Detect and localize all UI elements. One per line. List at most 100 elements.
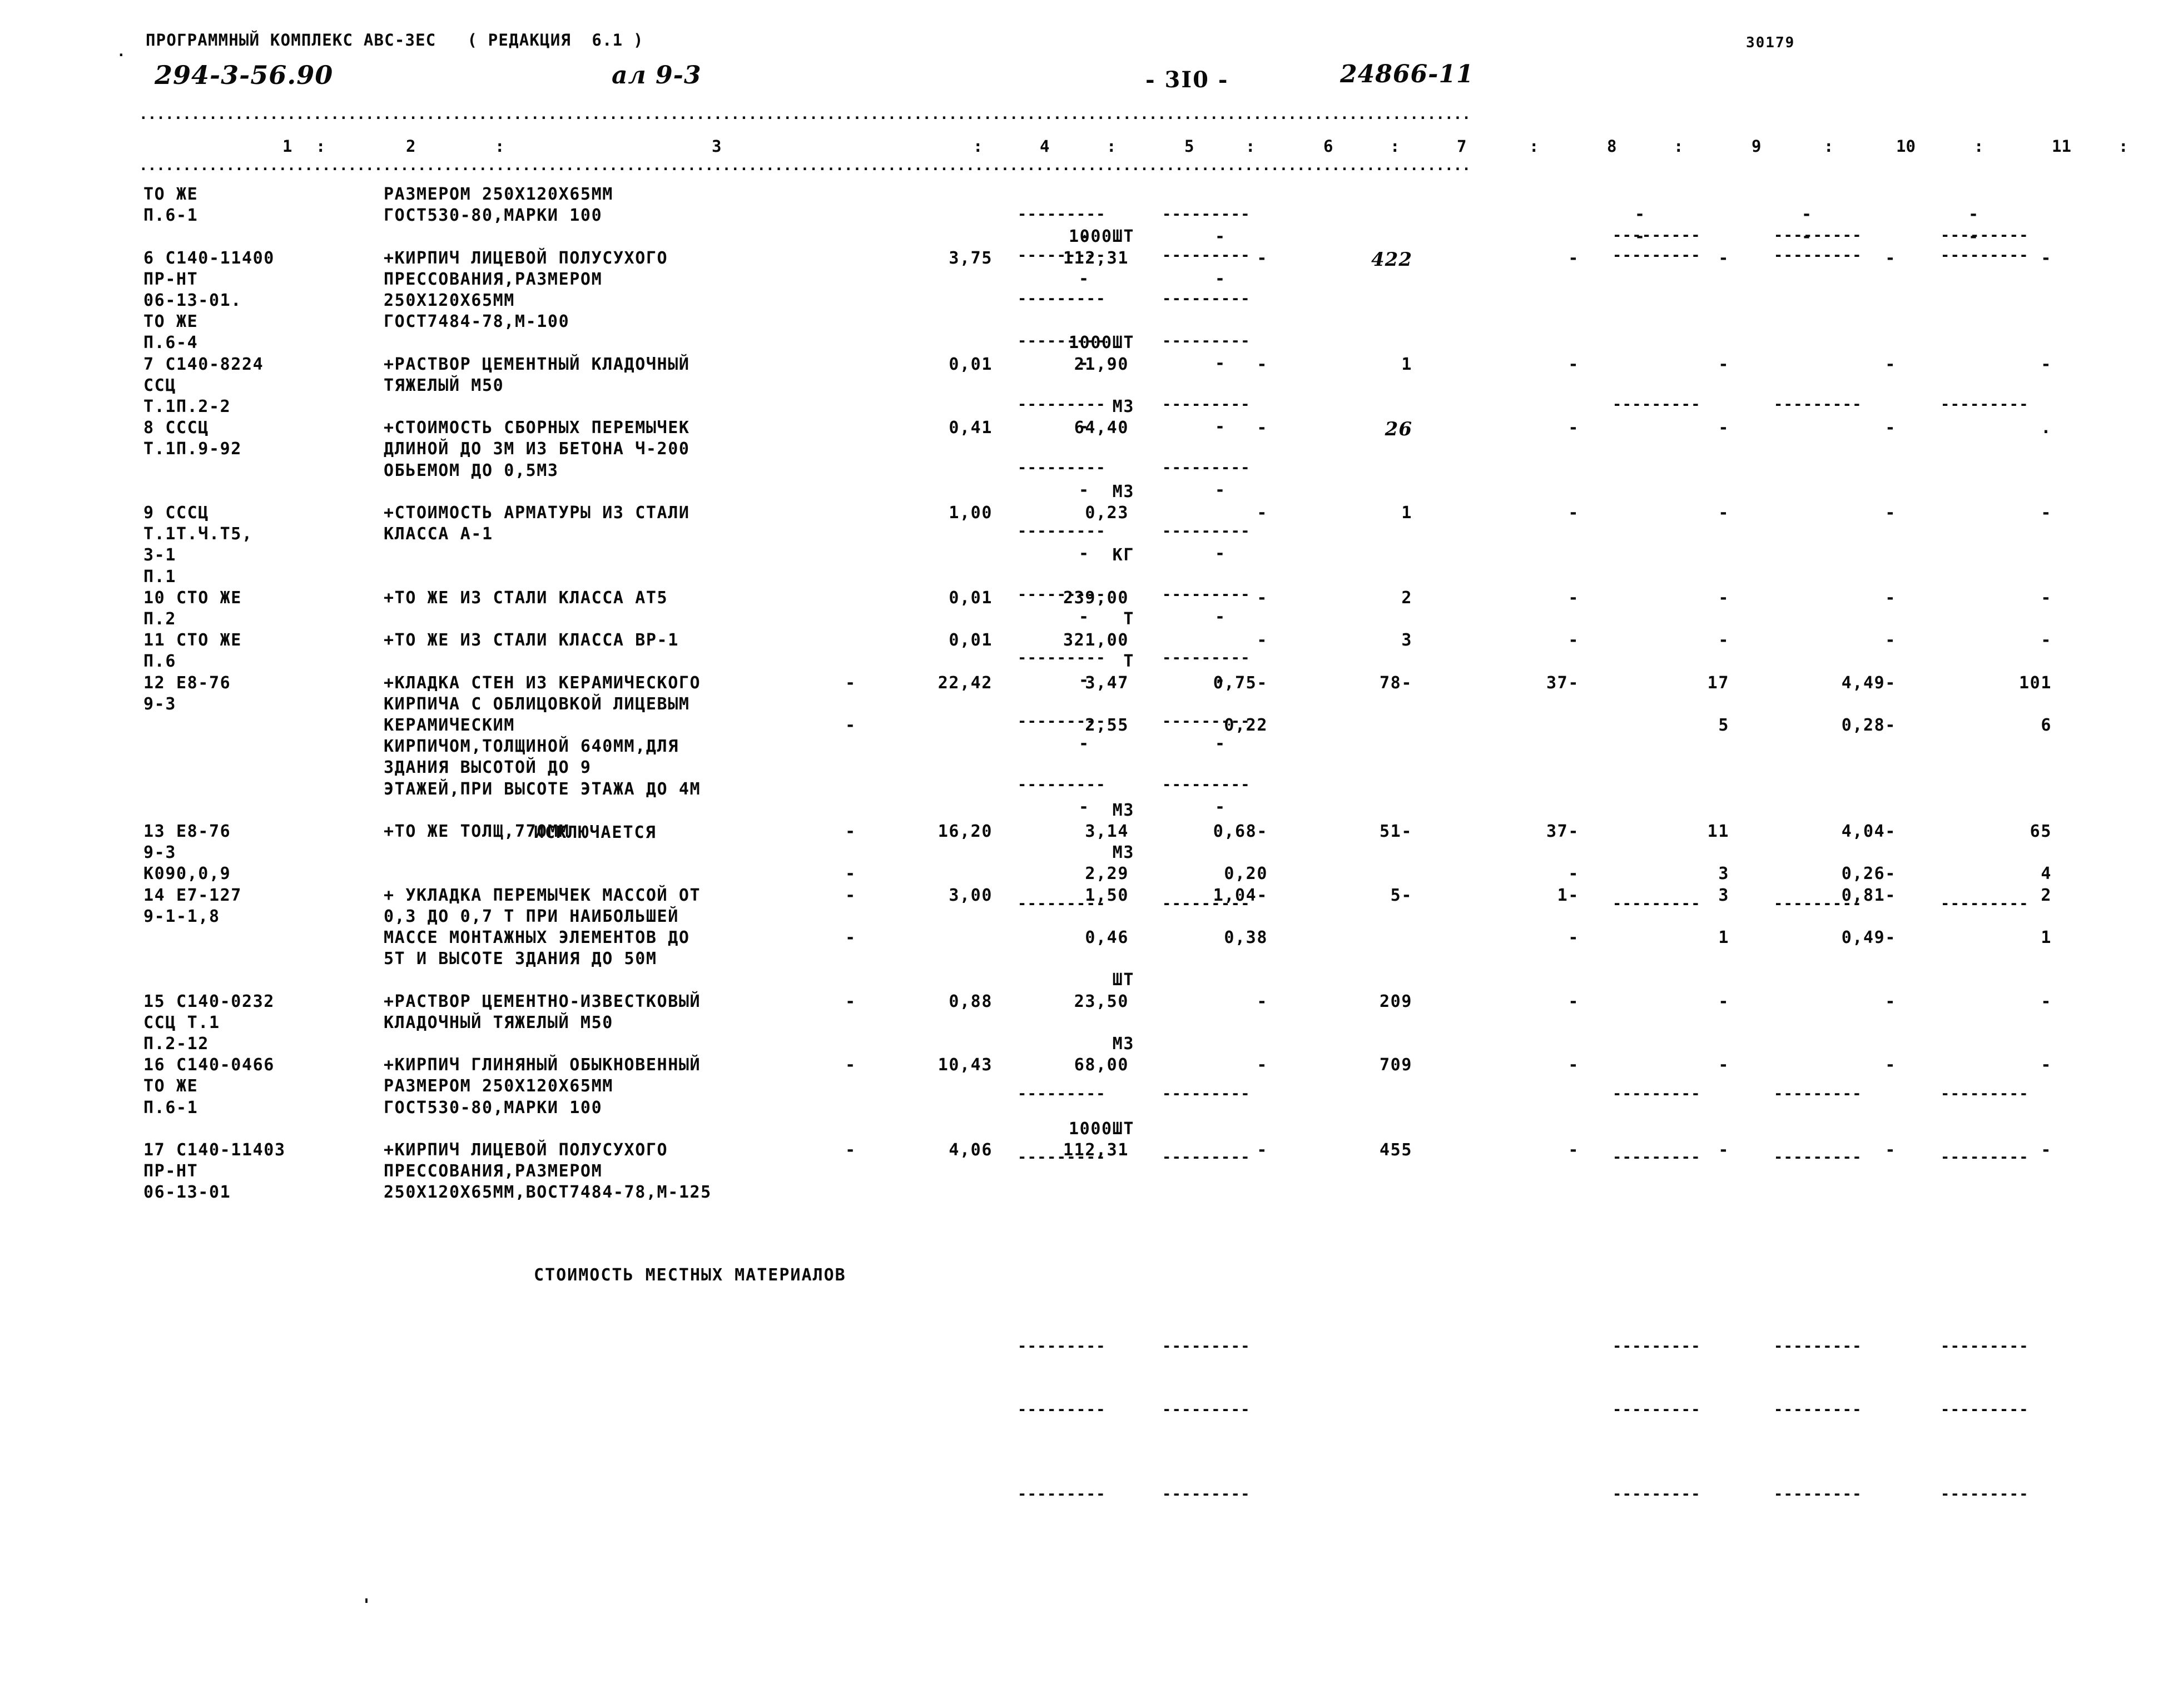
row-value-c7: 455 bbox=[1380, 1140, 1412, 1160]
row-value-c8: - bbox=[1568, 248, 1579, 268]
empty-value-dash: - bbox=[1079, 607, 1090, 627]
numeric-underline: --------- bbox=[1613, 1338, 1701, 1355]
row-dash: - bbox=[845, 864, 856, 884]
numeric-underline: --------- bbox=[1018, 290, 1106, 307]
row-value-c11: - bbox=[2041, 503, 2052, 523]
row-value-c9: - bbox=[1718, 354, 1729, 374]
numeric-underline: --------- bbox=[1774, 1149, 1862, 1166]
row-value-c8: - bbox=[1568, 630, 1579, 651]
column-separator: : bbox=[495, 137, 505, 156]
empty-value-dash: - bbox=[1079, 269, 1090, 289]
row-value-c9: - bbox=[1718, 418, 1729, 438]
row-value-c8: - bbox=[1568, 418, 1579, 438]
row-value-c5: 21,90 bbox=[1074, 354, 1129, 374]
row-code: П.6-4 bbox=[143, 333, 199, 353]
numeric-underline: --------- bbox=[1018, 206, 1106, 223]
row-value-c6: 0,68- bbox=[1213, 822, 1268, 841]
row-description: ЭТАЖЕЙ,ПРИ ВЫСОТЕ ЭТАЖА ДО 4М bbox=[384, 779, 701, 799]
row-value-c10: 0,28- bbox=[1841, 716, 1896, 735]
row-dash: - bbox=[845, 885, 856, 905]
row-code: 12 Е8-76 bbox=[143, 673, 231, 693]
numeric-underline: --------- bbox=[1162, 396, 1251, 413]
printer-artifact-tick: ' bbox=[361, 1596, 372, 1615]
row-value-c4: 0,01 bbox=[949, 354, 993, 374]
rule-under-header: ........................................… bbox=[139, 160, 1471, 171]
section-title-excluded: ИСКЛЮЧАЕТСЯ bbox=[534, 823, 657, 842]
numeric-underline: --------- bbox=[1774, 1085, 1862, 1103]
row-code: П.6-1 bbox=[143, 1098, 199, 1118]
numeric-underline: --------- bbox=[1162, 459, 1251, 476]
numeric-underline: --------- bbox=[1162, 1486, 1251, 1503]
row-description: ГОСТ7484-78,М-100 bbox=[384, 312, 570, 332]
column-separator: : bbox=[2119, 137, 2129, 156]
row-value-c6: 0,38 bbox=[1224, 928, 1268, 947]
row-value-c10: - bbox=[1885, 588, 1896, 608]
row-value-c4: 1,00 bbox=[949, 503, 993, 523]
row-value-c9: 1 bbox=[1718, 928, 1729, 947]
row-unit: М3 bbox=[1112, 481, 1134, 502]
row-description: + УКЛАДКА ПЕРЕМЫЧЕК МАССОЙ ОТ bbox=[384, 885, 701, 905]
row-value-c7: 2 bbox=[1401, 588, 1412, 608]
row-value-c6: - bbox=[1257, 503, 1268, 523]
empty-value-dash: - bbox=[1215, 671, 1226, 690]
row-description: ГОСТ530-80,МАРКИ 100 bbox=[384, 206, 603, 226]
numeric-underline: --------- bbox=[1018, 895, 1106, 912]
row-dash: - bbox=[845, 822, 856, 841]
column-separator: : bbox=[1107, 137, 1117, 156]
empty-value-dash: - bbox=[1215, 269, 1226, 289]
row-value-c7: 1 bbox=[1401, 503, 1412, 523]
row-value-c7: 5- bbox=[1390, 885, 1412, 905]
row-description: +ТО ЖЕ ИЗ СТАЛИ КЛАССА АТ5 bbox=[384, 588, 668, 608]
row-value-c8: - bbox=[1568, 354, 1579, 374]
row-value-c10: - bbox=[1885, 630, 1896, 651]
row-value-c8: - bbox=[1568, 864, 1579, 884]
row-value-c8: - bbox=[1568, 1140, 1579, 1160]
row-description: +СТОИМОСТЬ СБОРНЫХ ПЕРЕМЫЧЕК bbox=[384, 418, 690, 438]
row-code: 16 С140-0466 bbox=[143, 1055, 275, 1075]
row-code: Т.1П.9-92 bbox=[143, 439, 242, 459]
row-description: +КЛАДКА СТЕН ИЗ КЕРАМИЧЕСКОГО bbox=[384, 673, 701, 693]
row-code: 14 Е7-127 bbox=[143, 885, 242, 905]
numeric-underline: --------- bbox=[1162, 1149, 1251, 1166]
row-value-c4: 0,01 bbox=[949, 588, 993, 608]
column-header-4: 4 bbox=[1040, 137, 1050, 156]
row-description: МАССЕ МОНТАЖНЫХ ЭЛЕМЕНТОВ ДО bbox=[384, 928, 690, 947]
empty-value-dash: - bbox=[1079, 544, 1090, 563]
row-unit: 1000ШТ bbox=[1069, 227, 1134, 247]
row-value-c6: - bbox=[1257, 630, 1268, 651]
empty-value-dash: - bbox=[1079, 671, 1090, 690]
row-dash: - bbox=[845, 991, 856, 1011]
row-unit: Т bbox=[1123, 609, 1134, 629]
empty-value-dash: - bbox=[1079, 417, 1090, 436]
row-value-c11: - bbox=[2041, 991, 2052, 1011]
column-separator: : bbox=[316, 137, 326, 156]
empty-value-dash: - bbox=[1079, 480, 1090, 500]
numeric-underline: --------- bbox=[1941, 1486, 2029, 1503]
row-value-c4: 4,06 bbox=[949, 1140, 993, 1160]
numeric-underline: --------- bbox=[1774, 396, 1862, 413]
row-value-c11: - bbox=[2041, 588, 2052, 608]
numeric-underline: --------- bbox=[1018, 1085, 1106, 1103]
numeric-underline: --------- bbox=[1774, 1486, 1862, 1503]
row-code: 8 СССЦ bbox=[143, 418, 209, 438]
numeric-underline: --------- bbox=[1162, 1338, 1251, 1355]
row-dash: - bbox=[845, 673, 856, 693]
row-value-c11: - bbox=[2041, 354, 2052, 374]
row-value-c6: - bbox=[1257, 991, 1268, 1011]
row-value-c8: 37- bbox=[1546, 673, 1579, 693]
row-dash: - bbox=[845, 1055, 856, 1075]
row-value-c9: - bbox=[1718, 588, 1729, 608]
empty-value-dash: - bbox=[1635, 227, 1646, 246]
row-value-c9: - bbox=[1718, 630, 1729, 651]
row-description: +РАСТВОР ЦЕМЕНТНЫЙ КЛАДОЧНЫЙ bbox=[384, 354, 690, 374]
row-description: ПРЕССОВАНИЯ,РАЗМЕРОМ bbox=[384, 269, 603, 289]
row-code: 7 С140-8224 bbox=[143, 354, 264, 374]
row-code: П.2-12 bbox=[143, 1034, 209, 1054]
numeric-underline: --------- bbox=[1018, 1338, 1106, 1355]
row-value-c6: 0,20 bbox=[1224, 864, 1268, 884]
empty-value-dash: - bbox=[1079, 797, 1090, 817]
row-value-c10: - bbox=[1885, 1055, 1896, 1075]
empty-value-dash: - bbox=[1968, 205, 1980, 224]
row-value-c9: - bbox=[1718, 1055, 1729, 1075]
row-value-c8: - bbox=[1568, 1055, 1579, 1075]
